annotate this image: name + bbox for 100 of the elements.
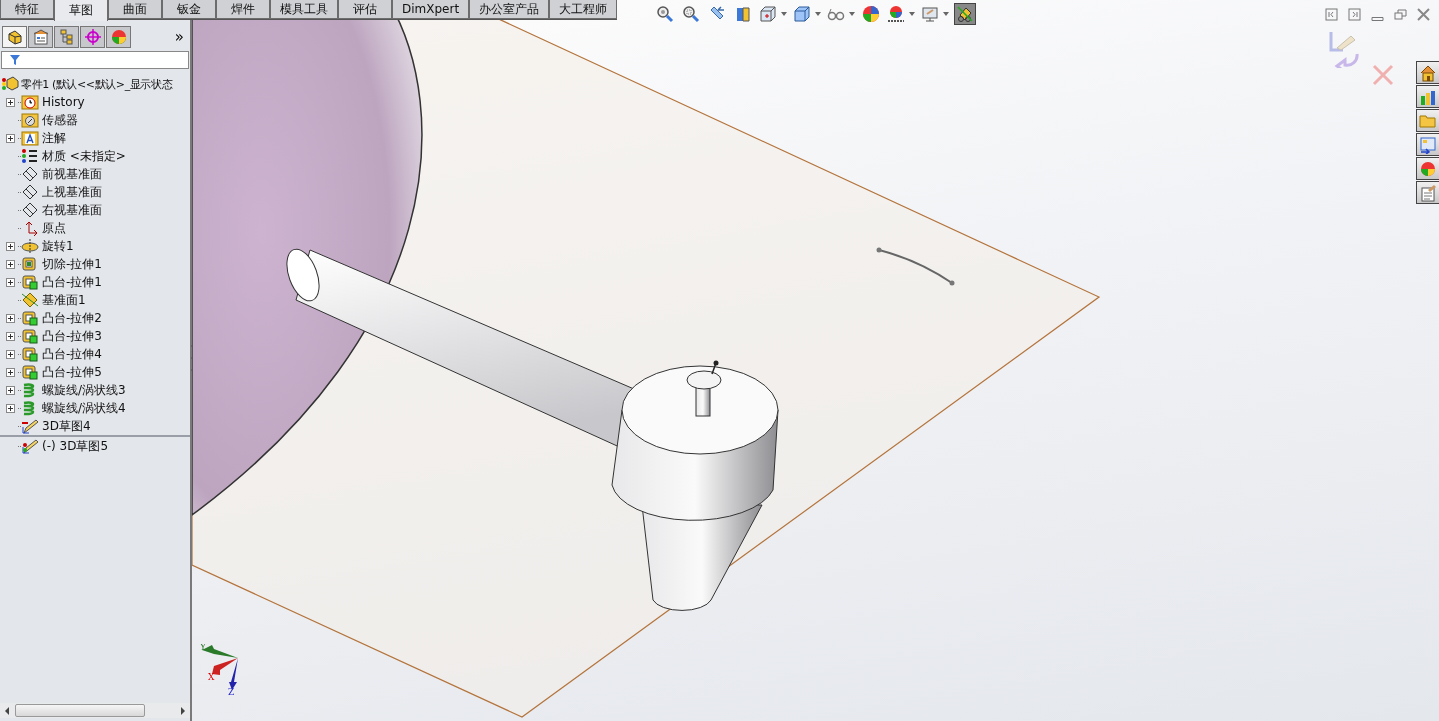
expand-icon[interactable] [5,133,15,143]
horizontal-scrollbar[interactable] [0,703,190,718]
tile-button[interactable] [1325,7,1339,21]
tree-item[interactable]: 3D草图4 [0,417,190,435]
close-icon [1417,8,1430,21]
plane-icon [21,202,39,218]
home-icon [1419,63,1437,82]
cube-icon [21,364,39,380]
tree-item[interactable]: 材质 <未指定> [0,147,190,165]
expand-icon[interactable] [5,385,15,395]
sphere-icon [109,28,128,46]
tree-item[interactable]: 基准面1 [0,291,190,309]
cube-icon [759,5,777,23]
zoom-button[interactable] [680,3,702,25]
zoom-icon [656,5,674,23]
cube-icon [21,274,39,290]
palette-tab[interactable] [1416,133,1439,156]
tree-item[interactable]: 传感器 [0,111,190,129]
expand-icon[interactable] [5,349,15,359]
scrollbar-thumb[interactable] [15,704,145,717]
target-icon [83,28,102,46]
tree-item[interactable]: 零件1 (默认<<默认>_显示状态 [0,75,190,93]
tree-item[interactable]: 凸台-拉伸3 [0,327,190,345]
cube-button[interactable] [758,3,788,25]
more-chevron[interactable]: » [174,28,184,46]
config-tab[interactable] [54,26,79,48]
tree-item[interactable]: 原点 [0,219,190,237]
tree-item[interactable]: 凸台-拉伸5 [0,363,190,381]
expand-icon[interactable] [5,241,15,251]
filter-field[interactable] [1,51,189,69]
expand-icon[interactable] [5,313,15,323]
tab[interactable]: 钣金 [162,0,216,19]
tree-item[interactable]: 凸台-拉伸2 [0,309,190,327]
restore-button[interactable] [1394,7,1408,21]
expand-icon[interactable] [5,403,15,413]
tree-item[interactable]: 前视基准面 [0,165,190,183]
cube-icon [21,256,39,272]
books-tab[interactable] [1416,85,1439,108]
plane-icon [21,292,39,308]
tab[interactable]: 特征 [0,0,54,19]
restore-icon [1394,8,1407,21]
tree-item[interactable]: History [0,93,190,111]
tab[interactable]: DimXpert [392,0,470,19]
clock-folder-icon [21,94,39,110]
feature-tree-icon [5,28,24,46]
sphere-icon [862,5,880,23]
expand-icon[interactable] [5,331,15,341]
monitor-icon [921,5,939,23]
tab[interactable]: 大工程师 [549,0,618,19]
tab[interactable]: 曲面 [108,0,162,19]
expand-icon[interactable] [5,367,15,377]
tree-item[interactable]: 螺旋线/涡状线3 [0,381,190,399]
home-tab[interactable] [1416,61,1439,84]
pencil-icon [21,438,39,454]
sphere-tab[interactable] [1416,157,1439,180]
tile-icon [1348,8,1361,21]
realview-button[interactable] [954,3,976,25]
expand-icon[interactable] [5,259,15,269]
close-button[interactable] [1417,7,1431,21]
palette-icon [1419,135,1437,154]
cube-button[interactable] [792,3,822,25]
scene-button[interactable] [886,3,916,25]
property-tab[interactable] [28,26,53,48]
tree-item[interactable]: 切除-拉伸1 [0,255,190,273]
tab[interactable]: 评估 [338,0,392,19]
tree-item[interactable]: (-) 3D草图5 [0,437,190,455]
clipboard-icon [1419,183,1437,202]
cube-icon [21,328,39,344]
tile-button[interactable] [1348,7,1362,21]
property-icon [31,28,50,46]
zoom-icon [682,5,700,23]
cube-icon [21,346,39,362]
tree-item[interactable]: 凸台-拉伸1 [0,273,190,291]
tree-item[interactable]: 螺旋线/涡状线4 [0,399,190,417]
scroll-right-icon[interactable] [179,705,187,716]
tab[interactable]: 草图 [54,0,108,21]
zoom-button[interactable] [654,3,676,25]
tree-item[interactable]: 凸台-拉伸4 [0,345,190,363]
tree-item[interactable]: 上视基准面 [0,183,190,201]
expand-icon[interactable] [5,277,15,287]
scroll-left-icon[interactable] [3,705,11,716]
tree-item[interactable]: 旋转1 [0,237,190,255]
expand-icon[interactable] [5,97,15,107]
filter-icon [9,54,21,66]
target-tab[interactable] [80,26,105,48]
tab[interactable]: 焊件 [216,0,270,19]
sphere-icon [1419,159,1437,178]
tile-icon [1325,8,1338,21]
revolve-icon [21,238,39,254]
clipboard-tab[interactable] [1416,181,1439,204]
tree-item[interactable]: 右视基准面 [0,201,190,219]
part-icon [1,76,19,92]
pencil-icon [21,418,39,434]
tree-item[interactable]: 注解 [0,129,190,147]
folder-tab[interactable] [1416,109,1439,132]
tab[interactable]: 办公室产品 [469,0,550,19]
sphere-button[interactable] [860,3,882,25]
feature-tree-tab[interactable] [2,26,27,48]
tab[interactable]: 模具工具 [270,0,338,19]
plane-icon [21,166,39,182]
